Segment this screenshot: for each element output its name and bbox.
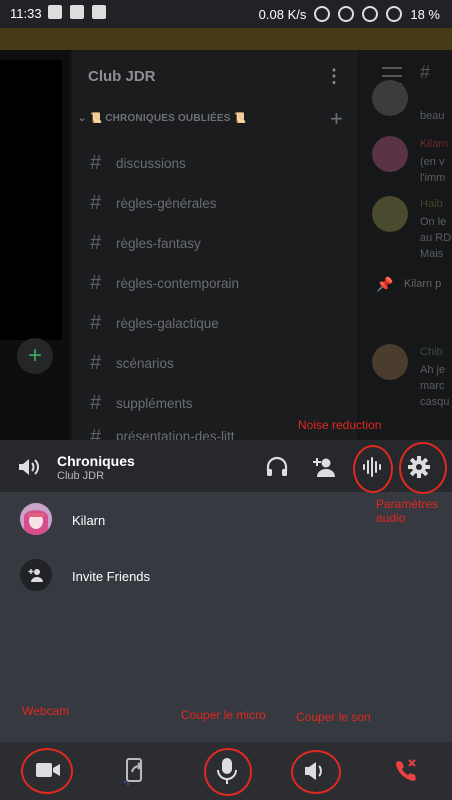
hash-icon: # [90,231,102,254]
invite-friends-label[interactable]: Invite Friends [72,569,150,584]
status-right: 0.08 K/s 18 % [259,6,440,22]
annotation-circle [291,750,341,794]
chat-message: Chib Ah je marc casqu [372,344,452,454]
hash-icon: # [90,429,102,440]
notification-icons [48,5,106,19]
annotation-noise-reduction: Noise reduction [298,418,382,432]
annotation-deafen: Couper le son [296,710,371,724]
channel-item[interactable]: # discussions [90,151,186,175]
message-text: Mais [420,248,444,260]
message-text: au RD [420,232,452,244]
headset-status-icon [338,6,355,22]
hash-icon: # [90,271,102,294]
add-server-button[interactable]: + [17,338,53,374]
message-text: Ah je [420,364,446,376]
message-text: Kilarn p [404,278,442,290]
battery-icon [386,6,403,22]
message-text: casqu [420,396,450,408]
invite-friends-button[interactable] [20,559,52,591]
annotation-audio-settings: audio [376,511,406,525]
hang-up-icon[interactable] [394,758,418,782]
add-channel-icon[interactable]: + [330,106,343,132]
add-user-icon[interactable] [312,455,338,479]
channel-item[interactable]: # règles-générales [90,191,217,215]
annotation-mute-mic: Couper le micro [181,708,266,722]
server-list-blank [0,60,62,340]
image-notif-icon [92,5,106,19]
message-author: Chib [420,346,443,358]
voice-channel-name: Chroniques [57,453,135,469]
chat-message: beau [372,80,452,130]
server-menu-icon[interactable]: ⋮ [325,66,343,87]
hash-icon: # [90,311,102,334]
annotation-circle [204,748,252,796]
avatar [372,80,408,116]
message-text: l'imm [420,172,446,184]
channel-item[interactable]: # règles-contemporain [90,271,239,295]
annotation-circle [399,442,447,494]
pinned-message: 📌 Kilarn p [372,276,452,306]
hash-icon: # [90,191,102,214]
category-label: 📜 CHRONIQUES OUBLIÉES 📜 [89,113,247,124]
channel-label: présentation-des-litt [116,429,235,440]
channel-item[interactable]: # règles-galactique [90,311,219,335]
channel-label: règles-galactique [116,315,219,331]
message-text: On le [420,216,447,228]
add-user-icon [28,569,43,582]
pin-icon: 📌 [376,276,394,292]
server-name: Club JDR [88,68,156,85]
headphones-icon[interactable] [265,455,289,479]
user-avatar[interactable] [20,503,52,535]
channel-item[interactable]: # suppléments [90,391,193,415]
hash-icon: # [90,351,102,374]
status-time: 11:33 [10,6,42,21]
channel-label: scénarios [116,355,174,371]
top-banner [0,28,452,50]
hash-icon: # [90,151,102,174]
channel-item[interactable]: # présentation-des-litt [90,429,235,440]
screen-share-icon[interactable] [124,757,148,785]
channel-label: discussions [116,155,186,171]
message-text: (en v [420,156,445,168]
wifi-icon [362,6,379,22]
avatar [372,136,408,172]
hash-icon: # [420,62,431,82]
channel-item[interactable]: # règles-fantasy [90,231,201,255]
channel-category[interactable]: ⌄ 📜 CHRONIQUES OUBLIÉES 📜 [78,113,246,124]
channel-label: règles-générales [116,195,217,211]
net-speed: 0.08 K/s [258,6,307,22]
alarm-icon [314,6,331,22]
discord-notif-icon [48,5,62,19]
annotation-circle [353,445,393,493]
app-notif-icon [70,5,84,19]
message-author: Kilarn [420,138,449,150]
battery-level: 18 % [410,6,440,22]
message-text: beau [420,110,445,122]
channel-label: règles-fantasy [116,235,201,251]
message-text: marc [420,380,445,392]
voice-server-name: Club JDR [57,470,105,482]
speaker-icon [18,458,40,476]
annotation-webcam: Webcam [22,704,70,718]
channel-label: règles-contemporain [116,275,240,291]
avatar [372,196,408,232]
annotation-audio-settings: Paramètres [376,497,439,511]
participant-name: Kilarn [72,513,106,528]
hash-icon: # [90,391,102,414]
annotation-circle [21,748,73,794]
channel-item[interactable]: # scénarios [90,351,174,375]
message-author: Haib [420,198,443,210]
avatar [372,344,408,380]
channel-label: suppléments [116,395,193,411]
status-bar: 11:33 0.08 K/s 18 % [0,0,452,28]
